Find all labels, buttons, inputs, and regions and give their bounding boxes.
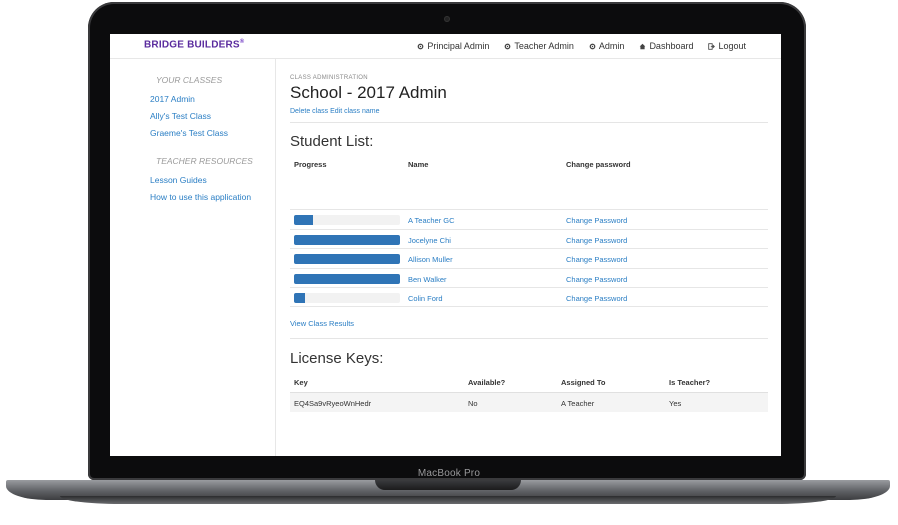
nav-logout[interactable]: Logout: [708, 41, 746, 51]
student-name-link[interactable]: A Teacher GC: [408, 216, 455, 225]
sidebar-item-graemes-test-class[interactable]: Graeme's Test Class: [150, 128, 228, 138]
gear-icon: [589, 43, 596, 49]
column-header-progress: Progress: [294, 160, 327, 169]
gear-icon: [505, 43, 511, 49]
progress-bar: [294, 254, 400, 264]
nav-label: Admin: [598, 41, 625, 51]
sidebar-item-2017-admin[interactable]: 2017 Admin: [150, 94, 195, 104]
progress-bar: [294, 215, 400, 225]
nav-links: Principal Admin Teacher Admin Admin Dash…: [417, 41, 746, 51]
table-row: Ben Walker Change Password: [290, 268, 768, 288]
sidebar-heading-classes: YOUR CLASSES: [156, 75, 223, 85]
change-password-link[interactable]: Change Password: [566, 216, 627, 225]
sidebar-item-how-to-use[interactable]: How to use this application: [150, 192, 251, 202]
license-available: No: [468, 399, 478, 408]
student-list-title: Student List:: [290, 133, 374, 150]
table-row: Jocelyne Chi Change Password: [290, 229, 768, 249]
student-name-link[interactable]: Ben Walker: [408, 275, 447, 284]
student-name-link[interactable]: Colin Ford: [408, 294, 443, 303]
class-actions: Delete class Edit class name: [290, 108, 380, 115]
edit-class-name-link[interactable]: Edit class name: [330, 108, 379, 115]
progress-bar: [294, 293, 400, 303]
gear-icon: [417, 43, 424, 49]
divider: [290, 122, 768, 123]
laptop-base-shadow: [60, 496, 836, 504]
progress-bar: [294, 274, 400, 284]
column-header-is-teacher: Is Teacher?: [669, 378, 711, 387]
table-row: EQ4Sa9vRyeoWnHedr No A Teacher Yes: [290, 392, 768, 412]
progress-bar: [294, 235, 400, 245]
sidebar-heading-resources: TEACHER RESOURCES: [156, 156, 253, 166]
home-icon: [640, 43, 646, 49]
device-label: MacBook Pro: [417, 468, 481, 479]
screen: BRIDGE BUILDERS® Principal Admin Teacher…: [110, 34, 781, 456]
license-keys-title: License Keys:: [290, 350, 384, 367]
progress-fill: [294, 254, 400, 264]
license-assigned-to: A Teacher: [561, 399, 595, 408]
student-name-link[interactable]: Jocelyne Chi: [408, 236, 451, 245]
change-password-link[interactable]: Change Password: [566, 294, 627, 303]
table-row: Allison Muller Change Password: [290, 248, 768, 268]
license-key: EQ4Sa9vRyeoWnHedr: [294, 399, 372, 408]
column-header-change-password: Change password: [566, 160, 631, 169]
column-header-name: Name: [408, 160, 429, 169]
nav-label: Principal Admin: [427, 41, 490, 51]
nav-label: Logout: [718, 41, 746, 51]
logout-icon: [708, 42, 716, 50]
registered-mark: ®: [239, 39, 245, 45]
camera: [444, 16, 450, 22]
progress-fill: [294, 215, 314, 225]
nav-admin[interactable]: Admin: [589, 41, 625, 51]
column-header-key: Key: [294, 378, 308, 387]
sidebar-item-allys-test-class[interactable]: Ally's Test Class: [150, 111, 211, 121]
brand-name: BRIDGE BUILDERS: [144, 39, 240, 51]
sidebar-item-lesson-guides[interactable]: Lesson Guides: [150, 175, 207, 185]
nav-teacher-admin[interactable]: Teacher Admin: [504, 41, 574, 51]
change-password-link[interactable]: Change Password: [566, 236, 627, 245]
laptop-notch: [375, 480, 521, 490]
table-row: A Teacher GC Change Password: [290, 209, 768, 229]
section-eyebrow: CLASS ADMINISTRATION: [290, 75, 368, 81]
nav-label: Teacher Admin: [514, 41, 574, 51]
column-header-assigned-to: Assigned To: [561, 378, 606, 387]
page-title: School - 2017 Admin: [290, 83, 447, 102]
sidebar: YOUR CLASSES 2017 Admin Ally's Test Clas…: [110, 59, 276, 456]
progress-fill: [294, 235, 400, 245]
top-navbar: BRIDGE BUILDERS® Principal Admin Teacher…: [110, 34, 781, 59]
view-class-results-link[interactable]: View Class Results: [290, 319, 354, 328]
brand-logo[interactable]: BRIDGE BUILDERS®: [144, 39, 244, 50]
table-row: Colin Ford Change Password: [290, 287, 768, 307]
table-bottom-border: [290, 306, 768, 307]
delete-class-link[interactable]: Delete class: [290, 108, 328, 115]
change-password-link[interactable]: Change Password: [566, 255, 627, 264]
nav-label: Dashboard: [649, 41, 694, 51]
divider: [290, 338, 768, 339]
student-name-link[interactable]: Allison Muller: [408, 255, 453, 264]
nav-principal-admin[interactable]: Principal Admin: [417, 41, 489, 51]
progress-fill: [294, 274, 400, 284]
progress-fill: [294, 293, 305, 303]
nav-dashboard[interactable]: Dashboard: [639, 41, 693, 51]
column-header-available: Available?: [468, 378, 506, 387]
license-is-teacher: Yes: [669, 399, 682, 408]
change-password-link[interactable]: Change Password: [566, 275, 627, 284]
